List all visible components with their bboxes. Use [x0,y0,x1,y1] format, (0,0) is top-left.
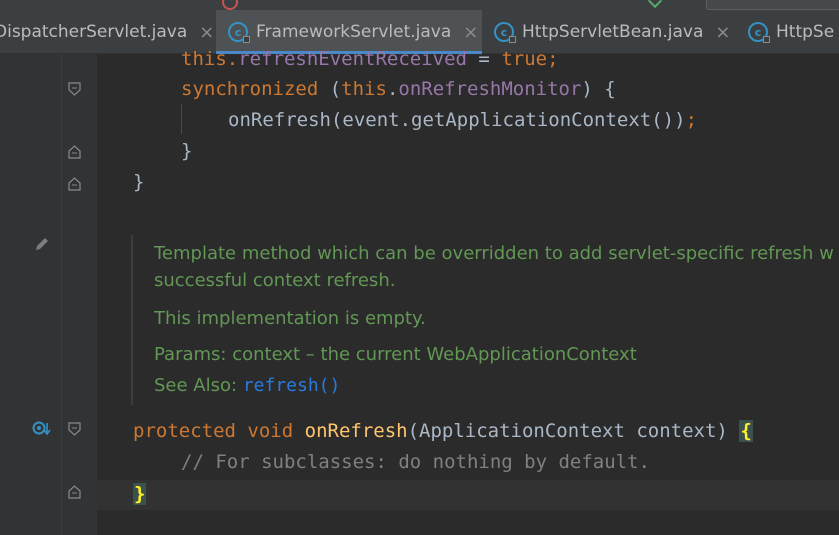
tab-http-servlet[interactable]: c HttpSe [748,10,839,54]
keyword-token: void [247,420,294,442]
tab-label: FrameworkServlet.java [256,22,452,42]
params-value: context – the current WebApplicationCont… [232,344,637,365]
error-indicator-icon [222,0,238,10]
text-token: ) { [581,78,616,100]
tab-label: HttpServletBean.java [522,22,704,42]
operator-token: = [466,48,502,70]
class-icon: c [494,22,516,43]
tab-label: HttpSe [776,22,835,42]
doc-see-also: See Also: refresh() [154,375,340,396]
text-token: (ApplicationContext context) [407,420,740,442]
search-input[interactable] [706,0,839,10]
comment-line: // For subclasses: do nothing by default… [181,451,650,473]
chevron-down-icon[interactable] [647,0,663,9]
method-signature-line: protected void onRefresh(ApplicationCont… [133,418,753,444]
params-label: Params: [154,344,227,365]
field-token: onRefreshMonitor [398,78,582,100]
keyword-token: ; [685,109,698,131]
keyword-token: this. [181,48,239,70]
code-editor[interactable]: this.refreshEventReceived = true; synchr… [0,48,839,535]
doc-description: successful context refresh. [154,270,396,291]
code-line: } [133,481,147,507]
code-line: } [181,140,193,162]
close-icon[interactable]: × [463,22,478,43]
keyword-token: this [341,78,387,100]
close-icon[interactable]: × [715,22,730,43]
text-token: onRefresh(event.getApplicationContext()) [228,109,686,131]
doc-note: This implementation is empty. [154,308,426,329]
text-token: ( [318,78,342,100]
see-also-label: See Also: [154,375,238,396]
indent-guide [181,104,182,134]
doc-params: Params: context – the current WebApplica… [154,344,637,365]
close-icon[interactable]: × [199,22,214,43]
code-line: } [133,171,145,193]
text-token: . [386,78,399,100]
class-icon: c [748,22,770,43]
tab-dispatcher-servlet[interactable]: DispatcherServlet.java × [0,10,214,54]
tab-label: DispatcherServlet.java [0,22,188,42]
see-also-link[interactable]: refresh() [243,375,341,396]
window-top-strip [0,0,839,10]
doc-description: Template method which can be overridden … [154,243,834,264]
code-line: onRefresh(event.getApplicationContext())… [228,107,697,133]
matched-brace: } [133,483,147,505]
matched-brace: { [739,420,753,442]
keyword-token: true; [501,48,559,70]
method-name-token: onRefresh [304,420,408,442]
keyword-token: protected [133,420,236,442]
keyword-token: synchronized [181,78,319,100]
field-token: refreshEventReceived [238,48,467,70]
rendered-javadoc: Template method which can be overridden … [131,235,839,405]
code-line: synchronized (this.onRefreshMonitor) { [181,76,616,102]
class-icon: c [228,22,250,43]
code-line: this.refreshEventReceived = true; [181,46,559,72]
